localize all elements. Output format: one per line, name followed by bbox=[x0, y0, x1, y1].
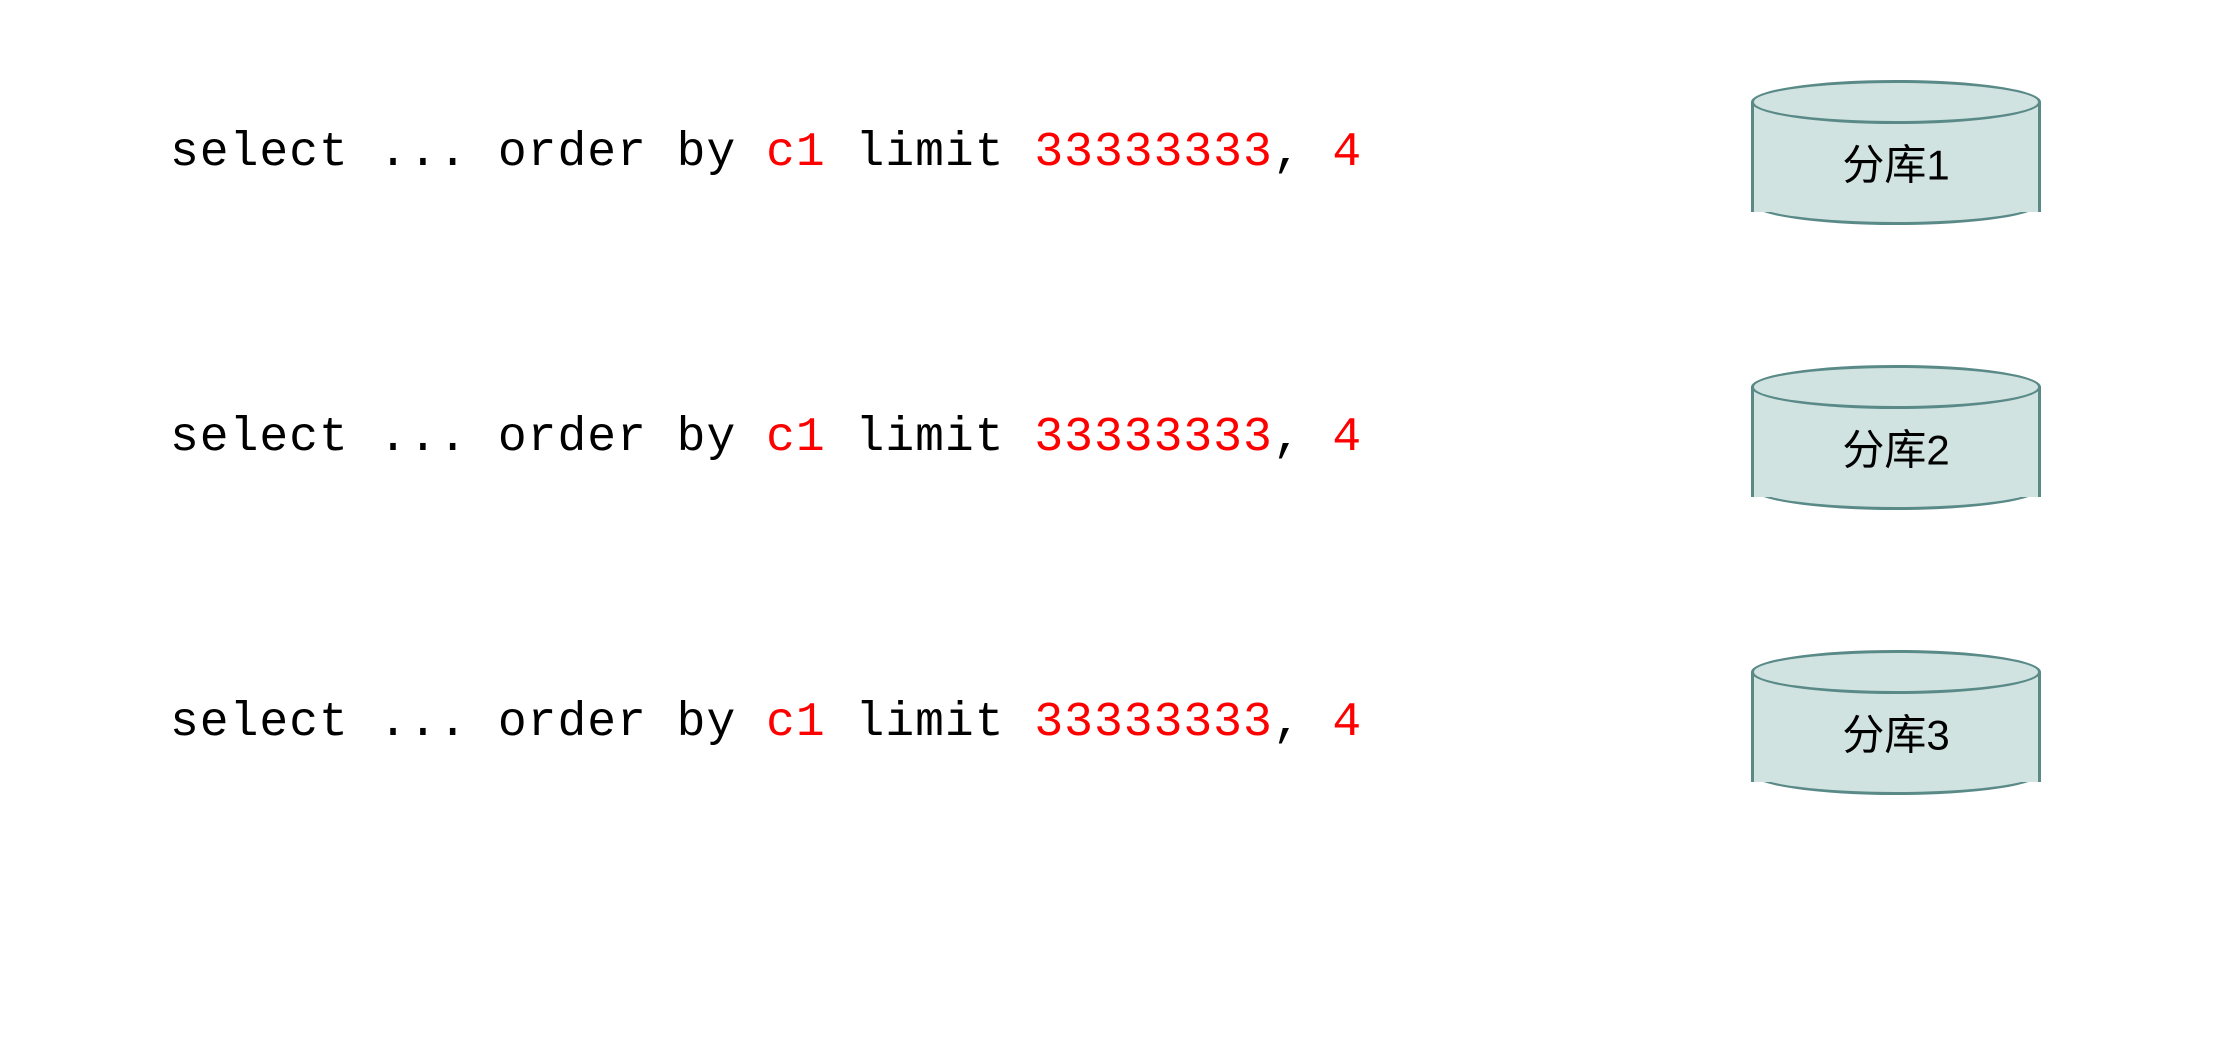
sql-offset: 33333333 bbox=[1034, 126, 1272, 180]
database-icon-wrap-2: 分库2 bbox=[1736, 365, 2056, 510]
sql-offset: 33333333 bbox=[1034, 411, 1272, 465]
sql-comma: , bbox=[1273, 126, 1333, 180]
diagram-container: select ... order by c1 limit 33333333, 4… bbox=[170, 80, 2056, 935]
database-label: 分库3 bbox=[1842, 701, 1949, 762]
sql-count: 4 bbox=[1332, 411, 1362, 465]
sql-mid: limit bbox=[826, 126, 1035, 180]
sql-comma: , bbox=[1273, 696, 1333, 750]
query-row-2: select ... order by c1 limit 33333333, 4… bbox=[170, 365, 2056, 510]
cylinder-top bbox=[1751, 650, 2041, 694]
sql-prefix: select ... order by bbox=[170, 411, 766, 465]
sql-prefix: select ... order by bbox=[170, 696, 766, 750]
sql-count: 4 bbox=[1332, 126, 1362, 180]
sql-comma: , bbox=[1273, 411, 1333, 465]
database-icon-wrap-3: 分库3 bbox=[1736, 650, 2056, 795]
sql-count: 4 bbox=[1332, 696, 1362, 750]
query-row-3: select ... order by c1 limit 33333333, 4… bbox=[170, 650, 2056, 795]
database-icon-wrap-1: 分库1 bbox=[1736, 80, 2056, 225]
sql-statement-1: select ... order by c1 limit 33333333, 4 bbox=[170, 126, 1362, 180]
sql-offset: 33333333 bbox=[1034, 696, 1272, 750]
sql-column: c1 bbox=[766, 126, 826, 180]
cylinder-top bbox=[1751, 365, 2041, 409]
database-label: 分库1 bbox=[1842, 131, 1949, 192]
database-label: 分库2 bbox=[1842, 416, 1949, 477]
sql-prefix: select ... order by bbox=[170, 126, 766, 180]
sql-mid: limit bbox=[826, 411, 1035, 465]
sql-statement-2: select ... order by c1 limit 33333333, 4 bbox=[170, 411, 1362, 465]
sql-column: c1 bbox=[766, 411, 826, 465]
database-cylinder-icon: 分库3 bbox=[1751, 650, 2041, 795]
query-row-1: select ... order by c1 limit 33333333, 4… bbox=[170, 80, 2056, 225]
sql-column: c1 bbox=[766, 696, 826, 750]
sql-statement-3: select ... order by c1 limit 33333333, 4 bbox=[170, 696, 1362, 750]
cylinder-top bbox=[1751, 80, 2041, 124]
database-cylinder-icon: 分库1 bbox=[1751, 80, 2041, 225]
sql-mid: limit bbox=[826, 696, 1035, 750]
database-cylinder-icon: 分库2 bbox=[1751, 365, 2041, 510]
